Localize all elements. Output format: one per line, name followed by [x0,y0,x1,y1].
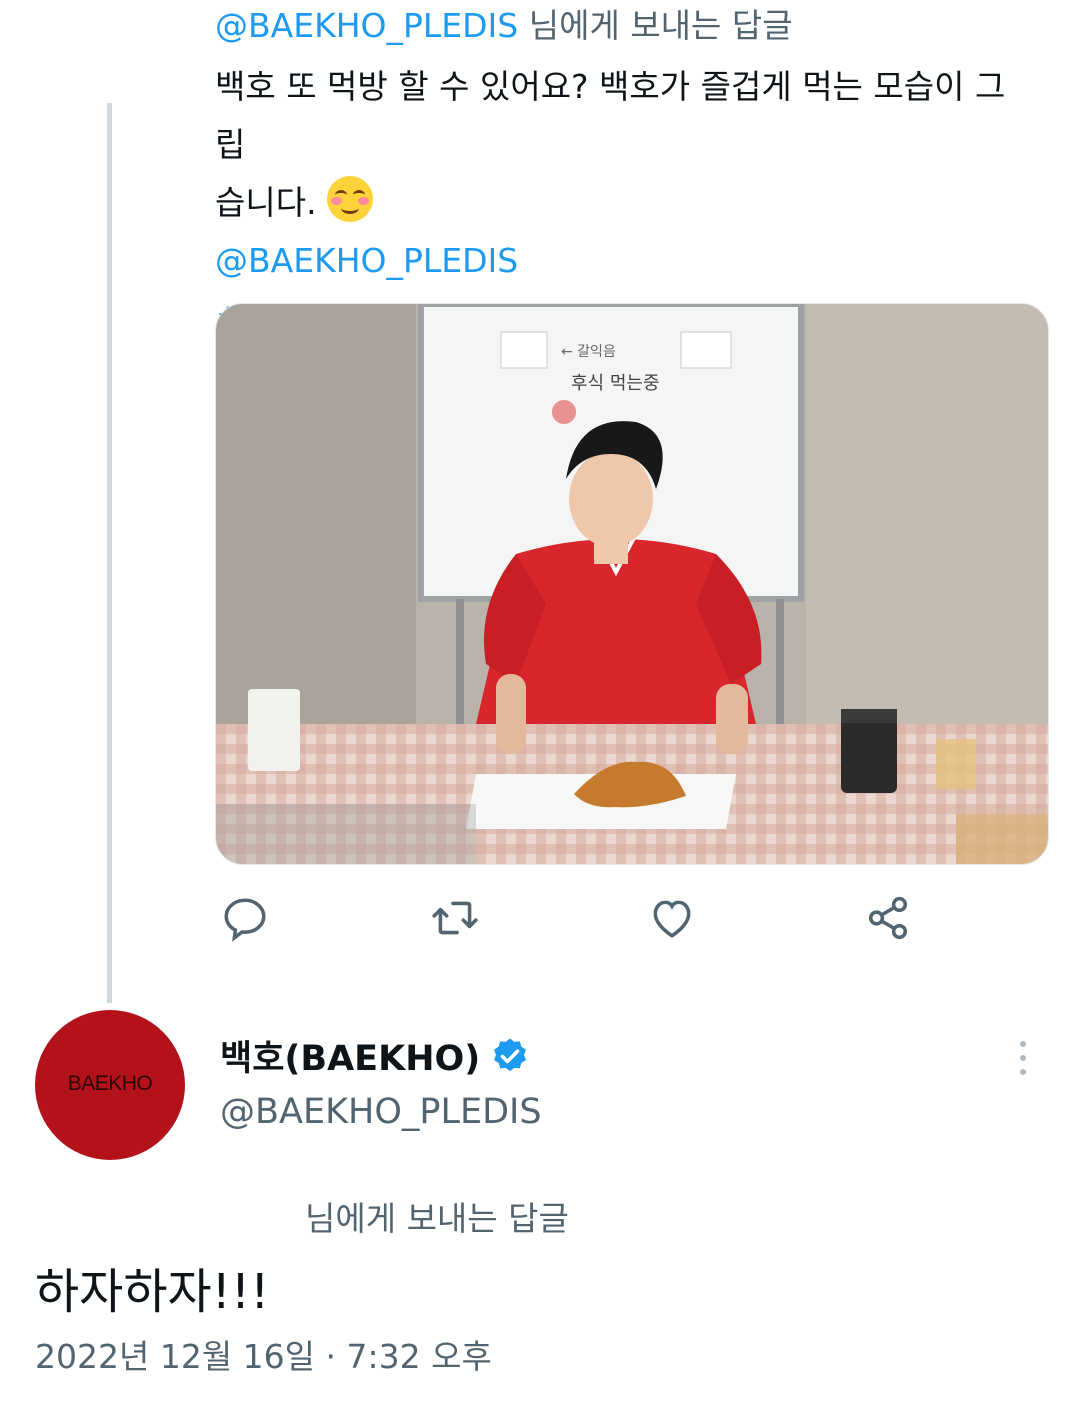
thread-connector-line [107,103,112,1003]
mention-link[interactable]: @BAEKHO_PLEDIS [215,232,1045,290]
reply-to-suffix: 님에게 보내는 답글 [528,6,793,45]
avatar[interactable]: BAEKHO [35,1010,185,1160]
whiteboard-text: 후식 먹는중 [571,373,660,394]
tweet-text-fragment: 습니다. [215,183,317,222]
display-name-text: 백호(BAEKHO) [220,1039,481,1079]
like-icon[interactable] [647,893,697,943]
reply-tweet-text: 하자하자!!! [35,1264,270,1320]
reply-to-label: 님에게 보내는 답글 [305,1199,569,1238]
reply-to-mention-link[interactable]: @BAEKHO_PLEDIS [215,6,518,45]
tweet-text: 백호 또 먹방 할 수 있어요? 백호가 즐겁게 먹는 모습이 그립 습니다. [215,58,1035,232]
avatar-logo-text: BAEKHO [67,1072,153,1095]
verified-badge-icon [494,1038,527,1071]
more-options-icon[interactable] [1008,1040,1038,1076]
tweet-actions [215,893,1045,953]
whiteboard-text: ← 갈익음 [561,344,616,360]
photo-scene: ← 갈익음 후식 먹는중 [216,304,1048,864]
author-handle[interactable]: @BAEKHO_PLEDIS [220,1092,542,1132]
tweet-text-line-2: 습니다. [215,174,1035,232]
reply-icon[interactable] [220,893,270,943]
reply-context: @BAEKHO_PLEDIS 님에게 보내는 답글 [215,0,1045,52]
tweet-timestamp[interactable]: 2022년 12월 16일 · 7:32 오후 [35,1330,492,1378]
author-display-name[interactable]: 백호(BAEKHO) [220,1030,530,1081]
parent-tweet[interactable]: @BAEKHO_PLEDIS 님에게 보내는 답글 백호 또 먹방 할 수 있어… [215,0,1045,348]
tweet-photo[interactable]: ← 갈익음 후식 먹는중 [215,303,1049,865]
share-icon[interactable] [863,893,913,943]
retweet-icon[interactable] [430,893,480,943]
smiling-face-icon [327,176,374,222]
tweet-text-line: 백호 또 먹방 할 수 있어요? 백호가 즐겁게 먹는 모습이 그립 [215,67,1006,164]
author-avatar-wrapper[interactable]: BAEKHO [35,1010,185,1160]
